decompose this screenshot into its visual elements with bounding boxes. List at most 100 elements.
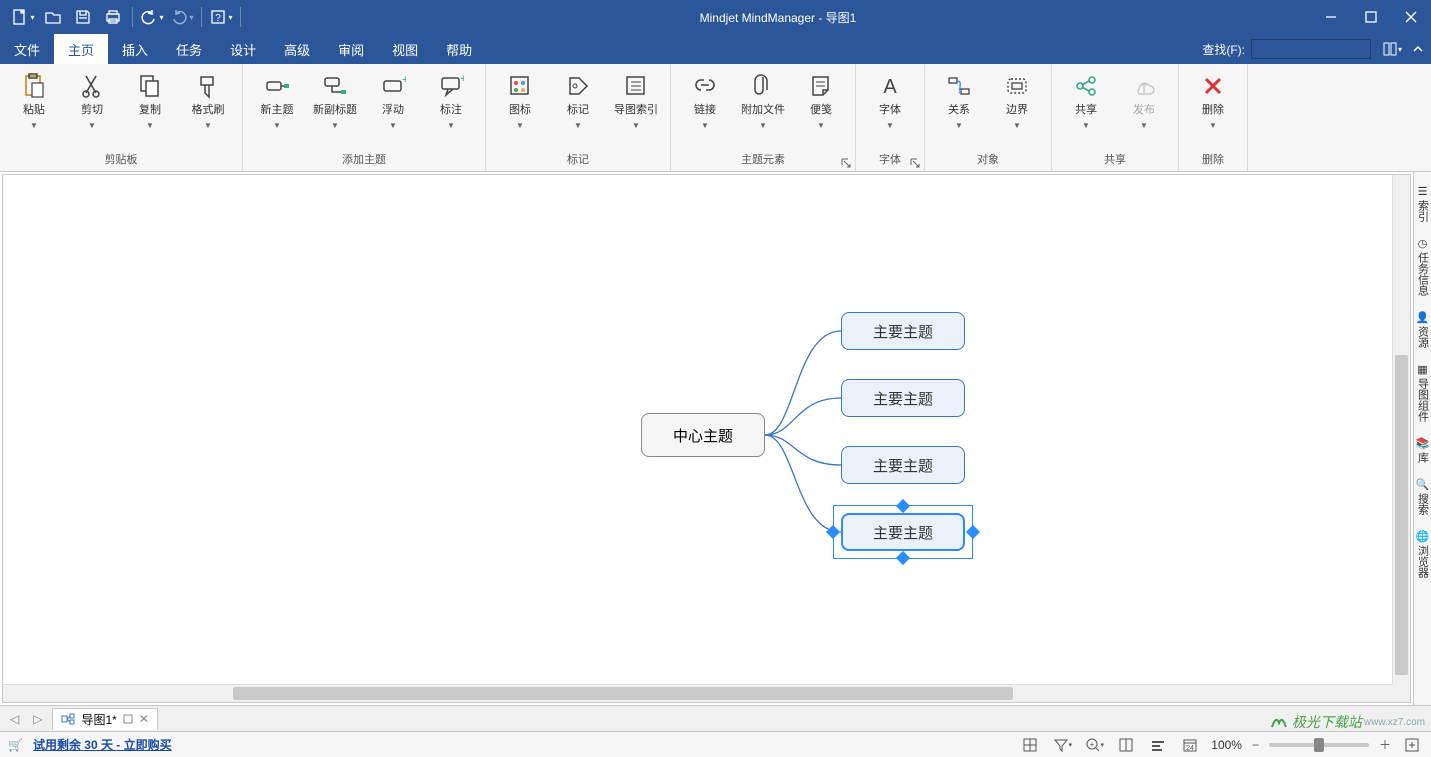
svg-text:24: 24 bbox=[1186, 745, 1194, 752]
zoom-out-button[interactable]: − bbox=[1252, 738, 1259, 752]
view-gantt-button[interactable] bbox=[1147, 735, 1169, 755]
zoom-slider[interactable] bbox=[1269, 743, 1369, 747]
side-tab-3[interactable]: ▦导图组件 bbox=[1415, 356, 1431, 428]
selection-handle-right[interactable] bbox=[966, 525, 980, 539]
menu-task[interactable]: 任务 bbox=[162, 34, 216, 64]
workspace: 中心主题 主要主题 主要主题 主要主题 主要主题 ☰索引 ◷任务信息 👤资源 ▦导图组… bbox=[0, 172, 1431, 705]
ribbon-group-label: 主题元素 bbox=[741, 148, 785, 169]
menu-file[interactable]: 文件 bbox=[0, 34, 54, 64]
cut-button[interactable]: 剪切▼ bbox=[68, 68, 116, 148]
main-topic-4[interactable]: 主要主题 bbox=[841, 513, 965, 551]
menu-view[interactable]: 视图 bbox=[378, 34, 432, 64]
tag-button[interactable]: 标记▼ bbox=[554, 68, 602, 148]
menu-review[interactable]: 审阅 bbox=[324, 34, 378, 64]
document-tab[interactable]: 导图1* ✕ bbox=[52, 708, 157, 730]
trial-link[interactable]: 试用剩余 30 天 - 立即购买 bbox=[33, 736, 172, 753]
redo-button[interactable]: ▾ bbox=[167, 2, 197, 32]
title-bar: ▾ ▾ ▾ ?▾ Mindjet MindManager - 导图1 bbox=[0, 0, 1431, 34]
font-button[interactable]: A字体▼ bbox=[866, 68, 914, 148]
view-schedule-button[interactable]: 24 bbox=[1179, 735, 1201, 755]
taskpane-toggle-button[interactable]: ▾ bbox=[1379, 34, 1405, 64]
center-topic[interactable]: 中心主题 bbox=[641, 413, 765, 457]
component-side-icon: ▦ bbox=[1416, 362, 1430, 376]
side-tab-0[interactable]: ☰索引 bbox=[1415, 178, 1431, 228]
menu-advanced[interactable]: 高级 bbox=[270, 34, 324, 64]
ribbon-btn-label: 导图索引 bbox=[614, 104, 658, 117]
tab-close-button[interactable]: ✕ bbox=[139, 712, 149, 726]
link-button[interactable]: 链接▼ bbox=[681, 68, 729, 148]
zoom-label: 100% bbox=[1211, 738, 1242, 752]
library-side-icon: 📚 bbox=[1416, 436, 1430, 450]
dropdown-icon: ▼ bbox=[447, 121, 455, 130]
copy-button[interactable]: 复制▼ bbox=[126, 68, 174, 148]
main-topic-3[interactable]: 主要主题 bbox=[841, 446, 965, 484]
maximize-button[interactable] bbox=[1351, 0, 1391, 34]
new-subtopic-icon bbox=[321, 72, 349, 100]
undo-button[interactable]: ▾ bbox=[137, 2, 167, 32]
dialog-launcher[interactable] bbox=[909, 156, 921, 168]
delete-button[interactable]: 删除▼ bbox=[1189, 68, 1237, 148]
font-icon: A bbox=[876, 72, 904, 100]
minimize-button[interactable] bbox=[1311, 0, 1351, 34]
collapse-ribbon-button[interactable] bbox=[1405, 34, 1431, 64]
save-button[interactable] bbox=[68, 2, 98, 32]
side-tab-label: 搜索 bbox=[1415, 493, 1431, 515]
vertical-scrollbar[interactable] bbox=[1392, 175, 1410, 684]
callout-button[interactable]: +标注▼ bbox=[427, 68, 475, 148]
index-button[interactable]: 导图索引▼ bbox=[612, 68, 660, 148]
relationship-button[interactable]: 关系▼ bbox=[935, 68, 983, 148]
side-tab-1[interactable]: ◷任务信息 bbox=[1415, 230, 1431, 302]
markers-button[interactable]: 图标▼ bbox=[496, 68, 544, 148]
ribbon-btn-label: 图标 bbox=[509, 104, 531, 117]
zoom-in-button[interactable]: ＋ bbox=[1379, 736, 1391, 753]
close-button[interactable] bbox=[1391, 0, 1431, 34]
new-subtopic-button[interactable]: 新副标题▼ bbox=[311, 68, 359, 148]
main-topic-2[interactable]: 主要主题 bbox=[841, 379, 965, 417]
new-topic-button[interactable]: 新主题▼ bbox=[253, 68, 301, 148]
task-side-icon: ◷ bbox=[1416, 236, 1430, 250]
menu-home[interactable]: 主页 bbox=[54, 34, 108, 64]
menu-design[interactable]: 设计 bbox=[216, 34, 270, 64]
find-input[interactable] bbox=[1251, 39, 1371, 59]
side-tab-2[interactable]: 👤资源 bbox=[1415, 304, 1431, 354]
boundary-button[interactable]: 边界▼ bbox=[993, 68, 1041, 148]
view-outline-button[interactable] bbox=[1115, 735, 1137, 755]
menu-help[interactable]: 帮助 bbox=[432, 34, 486, 64]
dropdown-icon: ▼ bbox=[146, 121, 154, 130]
view-map-button[interactable] bbox=[1019, 735, 1041, 755]
horizontal-scrollbar[interactable] bbox=[3, 684, 1392, 702]
format-painter-button[interactable]: 格式刷▼ bbox=[184, 68, 232, 148]
side-tab-label: 浏览器 bbox=[1415, 545, 1431, 578]
zoom-fit-button[interactable]: +▾ bbox=[1083, 735, 1105, 755]
note-icon bbox=[807, 72, 835, 100]
mindmap-canvas[interactable]: 中心主题 主要主题 主要主题 主要主题 主要主题 bbox=[3, 175, 1410, 702]
dropdown-icon: ▼ bbox=[817, 121, 825, 130]
tab-prev-button[interactable]: ◁ bbox=[6, 712, 23, 726]
open-file-button[interactable] bbox=[38, 2, 68, 32]
side-tab-5[interactable]: 🔍搜索 bbox=[1415, 471, 1431, 521]
ribbon-btn-label: 删除 bbox=[1202, 104, 1224, 117]
new-file-button[interactable]: ▾ bbox=[8, 2, 38, 32]
format-painter-icon bbox=[194, 72, 222, 100]
relationship-icon bbox=[945, 72, 973, 100]
ribbon-group-0: 粘贴▼剪切▼复制▼格式刷▼剪贴板 bbox=[0, 64, 243, 171]
selection-handle-top[interactable] bbox=[896, 499, 910, 513]
help-button[interactable]: ?▾ bbox=[206, 2, 236, 32]
tab-next-button[interactable]: ▷ bbox=[29, 712, 46, 726]
main-topic-1[interactable]: 主要主题 bbox=[841, 312, 965, 350]
share-button[interactable]: 共享▼ bbox=[1062, 68, 1110, 148]
paste-button[interactable]: 粘贴▼ bbox=[10, 68, 58, 148]
fit-window-button[interactable] bbox=[1401, 735, 1423, 755]
attach-button[interactable]: 附加文件▼ bbox=[739, 68, 787, 148]
side-tab-6[interactable]: 🌐浏览器 bbox=[1415, 523, 1431, 584]
filter-button[interactable]: ▾ bbox=[1051, 735, 1073, 755]
note-button[interactable]: 便笺▼ bbox=[797, 68, 845, 148]
dialog-launcher[interactable] bbox=[840, 156, 852, 168]
tab-restore-icon[interactable] bbox=[123, 714, 133, 724]
print-button[interactable] bbox=[98, 2, 128, 32]
selection-handle-bottom[interactable] bbox=[896, 551, 910, 565]
menu-insert[interactable]: 插入 bbox=[108, 34, 162, 64]
publish-button[interactable]: 发布▼ bbox=[1120, 68, 1168, 148]
side-tab-4[interactable]: 📚库 bbox=[1415, 430, 1431, 469]
floating-button[interactable]: +浮动▼ bbox=[369, 68, 417, 148]
